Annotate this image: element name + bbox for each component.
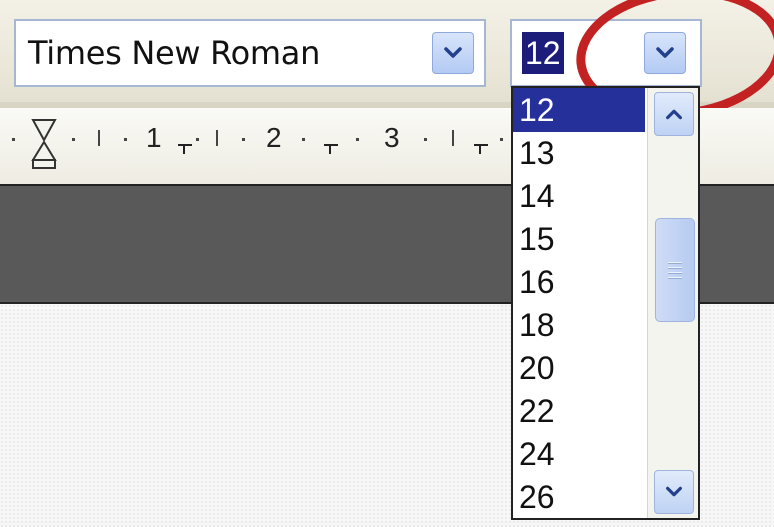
ruler-dot [12, 138, 15, 141]
scroll-down-button[interactable] [654, 470, 694, 514]
font-name-dropdown-button[interactable] [432, 32, 474, 74]
font-name-value: Times New Roman [28, 34, 321, 72]
scrollbar-thumb[interactable] [655, 218, 695, 322]
size-option-13[interactable]: 13 [513, 131, 645, 175]
size-option-12[interactable]: 12 [513, 88, 645, 132]
ruler-dot [356, 138, 359, 141]
hourglass-indent-icon[interactable] [30, 118, 58, 170]
grip-icon [668, 261, 682, 279]
ruler-tick [216, 130, 218, 146]
size-option-26[interactable]: 26 [513, 475, 645, 519]
font-size-dropdown-list[interactable]: 12 13 14 15 16 18 20 22 24 26 [511, 86, 700, 520]
ruler-number: 3 [384, 122, 400, 153]
size-option-22[interactable]: 22 [513, 389, 645, 433]
font-name-box[interactable]: Times New Roman [14, 19, 486, 87]
size-option-24[interactable]: 24 [513, 432, 645, 476]
dropdown-scrollbar[interactable] [647, 88, 698, 518]
tab-stop-marker[interactable] [178, 144, 192, 156]
ruler-dot [196, 138, 199, 141]
size-option-18[interactable]: 18 [513, 303, 645, 347]
chevron-down-icon [666, 486, 682, 497]
ruler-dot [72, 138, 75, 141]
size-option-15[interactable]: 15 [513, 217, 645, 261]
ruler-dot [424, 138, 427, 141]
tab-stop-marker[interactable] [324, 144, 338, 156]
ruler-dot [302, 138, 305, 141]
ruler-number: 1 [146, 122, 162, 153]
ruler-dot [242, 138, 245, 141]
font-size-value[interactable]: 12 [522, 32, 564, 74]
ruler-dot [124, 138, 127, 141]
ruler-tick [452, 130, 454, 146]
chevron-down-icon [444, 47, 462, 58]
ruler-dot [500, 138, 503, 141]
ruler-number: 2 [266, 122, 282, 153]
size-option-16[interactable]: 16 [513, 260, 645, 304]
tab-stop-marker[interactable] [474, 144, 488, 156]
ruler-tick [98, 130, 100, 146]
scroll-up-button[interactable] [654, 92, 694, 136]
size-option-14[interactable]: 14 [513, 174, 645, 218]
size-option-20[interactable]: 20 [513, 346, 645, 390]
chevron-up-icon [666, 109, 682, 120]
